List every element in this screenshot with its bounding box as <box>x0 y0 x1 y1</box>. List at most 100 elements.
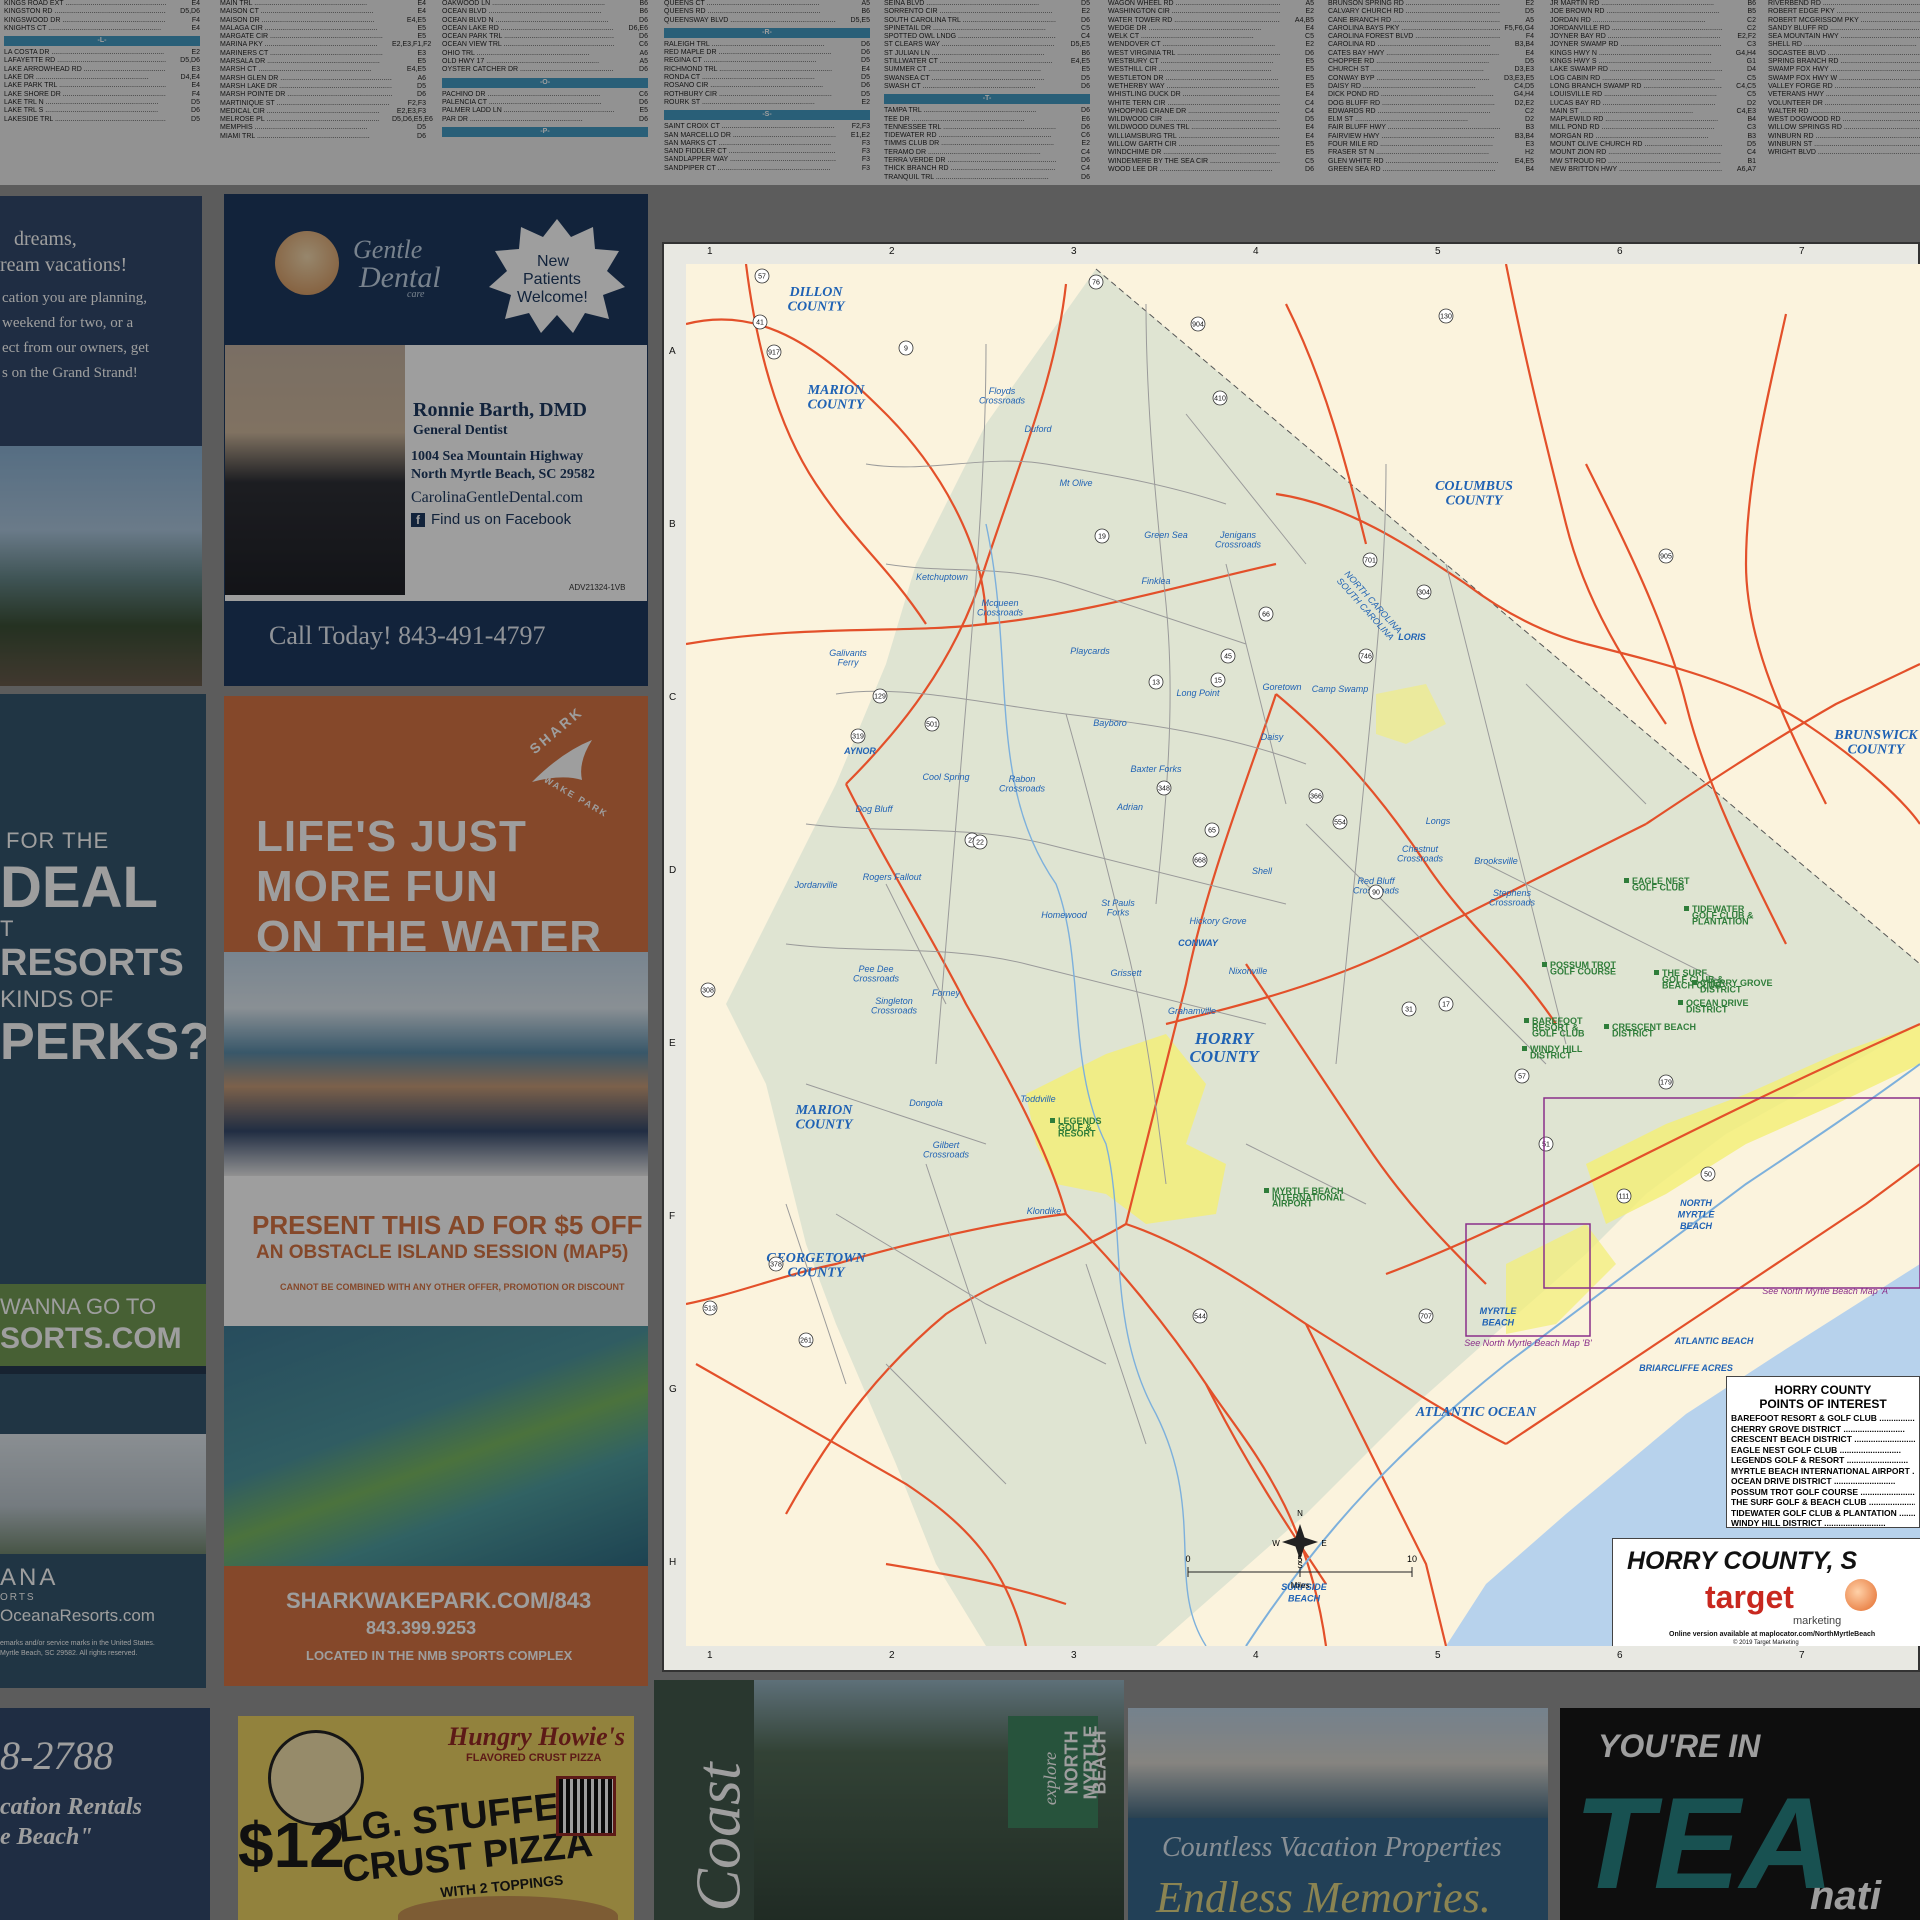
grid-column-number: 7 <box>1799 246 1805 257</box>
coast-explore-ad[interactable]: Coast explore NORTH MYRTLE BEACH <box>654 1680 1124 1920</box>
vacation-rentals-ad[interactable]: 8-2788 cation Rentals e Beach" <box>0 1708 210 1920</box>
index-row: TENNESSEE TRL ..........................… <box>884 123 1090 131</box>
town-label: Ketchuptown <box>916 572 968 582</box>
index-row: LOUISVILLE RD ..........................… <box>1550 91 1756 99</box>
index-row: SAN MARKS CT ...........................… <box>664 139 870 147</box>
city-label: LORIS <box>1398 632 1426 642</box>
index-row: WELK CT ................................… <box>1108 33 1314 41</box>
route-shield: 707 <box>1418 1308 1434 1324</box>
grid-row-letter: C <box>669 692 677 703</box>
index-row: WRIGHT BLVD ............................… <box>1768 149 1920 157</box>
index-row: OAKWOOD LN .............................… <box>442 0 648 7</box>
resorts-ad-line9: ANA <box>0 1564 59 1591</box>
index-row: LAKE SWAMP RD ..........................… <box>1550 66 1756 74</box>
index-row: MARGATE CIR ............................… <box>220 33 426 41</box>
index-row: MAIN ST ................................… <box>1550 107 1756 115</box>
index-row: MARTINIQUE ST ..........................… <box>220 99 426 107</box>
grid-column-number: 1 <box>707 246 713 257</box>
resorts-ad-line7: WANNA GO TO <box>0 1294 157 1319</box>
town-label: Green Sea <box>1144 530 1188 540</box>
pizza-brand-sub: FLAVORED CRUST PIZZA <box>466 1752 602 1764</box>
town-label: Dog Bluff <box>855 804 894 814</box>
route-number: 22 <box>976 840 984 847</box>
dental-address1: 1004 Sea Mountain Highway <box>411 449 584 464</box>
pizza-brand: Hungry Howie's <box>448 1722 625 1751</box>
compass-letter: E <box>1321 1539 1326 1548</box>
shark-phone[interactable]: 843.399.9253 <box>366 1618 476 1639</box>
team-line2: TEA <box>1574 1770 1834 1916</box>
resorts-ad-line1: FOR THE <box>6 828 110 853</box>
route-number: 13 <box>1152 680 1160 687</box>
route-number: 65 <box>1208 828 1216 835</box>
oceana-building-photo <box>0 1434 206 1554</box>
horry-county-map[interactable]: DILLON COUNTY MARION COUNTY COLUMBUS COUNTY BR… <box>686 264 1920 1646</box>
county-label: MARION COUNTY <box>807 383 866 413</box>
index-row: WALTER RD ..............................… <box>1768 107 1920 115</box>
route-number: 904 <box>1192 322 1204 329</box>
index-row: FRASER ST N ............................… <box>1328 149 1534 157</box>
town-label: Mcqueen Crossroads <box>977 598 1024 617</box>
route-shield: 15 <box>1210 672 1226 688</box>
town-label: Chestnut Crossroads <box>1397 844 1444 863</box>
route-shield: 17 <box>1438 996 1454 1012</box>
scale-label: 0 <box>1185 1554 1190 1564</box>
route-shield: 90 <box>1368 884 1384 900</box>
grid-row-letter: D <box>669 865 677 876</box>
resorts-ad[interactable]: FOR THE DEAL T RESORTS KINDS OF PERKS? W… <box>0 694 206 1434</box>
index-row: WILLIAMSBURG TRL .......................… <box>1108 132 1314 140</box>
index-row: WHOOPING CRANE DR ......................… <box>1108 107 1314 115</box>
dentist-name: Ronnie Barth, DMD <box>413 399 587 421</box>
index-row: LA COSTA DR ............................… <box>4 49 200 57</box>
index-row: TERAMO DR ..............................… <box>884 148 1090 156</box>
route-number: 554 <box>1334 820 1346 827</box>
route-number: 31 <box>1405 1007 1413 1014</box>
town-label: Pee Dee Crossroads <box>853 964 900 983</box>
index-row: CATES BAY HWY ..........................… <box>1328 49 1534 57</box>
route-number: 50 <box>1704 1172 1712 1179</box>
lighthouse-logo-icon <box>275 231 339 295</box>
index-row: OCEAN LAKE RD ..........................… <box>442 24 648 32</box>
index-row: PACHINO DR .............................… <box>442 90 648 98</box>
dental-call[interactable]: Call Today! 843-491-4797 <box>269 621 545 651</box>
route-number: 308 <box>702 988 714 995</box>
route-number: 41 <box>756 320 764 327</box>
index-row: TAMPA TRL ..............................… <box>884 107 1090 115</box>
countless-line1: Countless Vacation Properties <box>1162 1832 1502 1863</box>
shark-url[interactable]: SHARKWAKEPARK.COM/843 <box>286 1588 591 1614</box>
shark-wake-park-ad[interactable]: SHARK WAKE PARK LIFE'S JUST MORE FUN ON … <box>224 696 648 1686</box>
index-row: SAN MARCELLO DR ........................… <box>664 131 870 139</box>
index-row: SWASH CT ...............................… <box>884 82 1090 90</box>
grid-column-number: 4 <box>1253 1650 1259 1661</box>
hungry-howies-ad[interactable]: Hungry Howie's FLAVORED CRUST PIZZA $12 … <box>238 1716 634 1920</box>
dental-website[interactable]: CarolinaGentleDental.com <box>411 489 583 507</box>
county-label: COLUMBUS COUNTY <box>1435 479 1513 509</box>
index-row: QUEENS RD ..............................… <box>664 8 870 16</box>
town-label: Bayboro <box>1093 718 1127 728</box>
route-shield: 66 <box>1258 606 1274 622</box>
team-ad[interactable]: YOU'RE IN TEA nati <box>1560 1708 1920 1920</box>
town-label: Longs <box>1426 816 1451 826</box>
index-row: MAISON DR ..............................… <box>220 16 426 24</box>
poi-marker <box>1522 1046 1527 1051</box>
index-row: SANDY BLUFF RD .........................… <box>1768 24 1920 32</box>
index-row: ROSANO CIR .............................… <box>664 82 870 90</box>
index-row: MAISON CT ..............................… <box>220 8 426 16</box>
index-row: CHURCH ST ..............................… <box>1328 66 1534 74</box>
index-row: WOOD LEE DR ............................… <box>1108 165 1314 173</box>
index-row: LUCAS BAY RD ...........................… <box>1550 99 1756 107</box>
route-shield: 50 <box>1700 1166 1716 1182</box>
grid-column-number: 3 <box>1071 1650 1077 1661</box>
town-label: Mt Olive <box>1059 478 1092 488</box>
index-row: WETHERBY WAY ...........................… <box>1108 82 1314 90</box>
index-row: CONWAY BYP .............................… <box>1328 74 1534 82</box>
town-label: Shell <box>1252 866 1273 876</box>
resorts-ad-line13: Myrtle Beach, SC 29582. All rights reser… <box>0 1650 138 1657</box>
vacation-ad[interactable]: dreams, ream vacations! cation you are p… <box>0 196 202 686</box>
countless-vacation-ad[interactable]: Countless Vacation Properties Endless Me… <box>1128 1708 1548 1920</box>
index-row: SUMMER CT ..............................… <box>884 66 1090 74</box>
dental-ad[interactable]: Gentle Dental care New Patients Welcome!… <box>224 194 648 686</box>
vacation-photo <box>0 446 202 686</box>
inset-label-b: See North Myrtle Beach Map 'B' <box>1464 1338 1592 1348</box>
route-shield: 130 <box>1438 308 1454 324</box>
dental-facebook[interactable]: Find us on Facebook <box>431 511 571 528</box>
